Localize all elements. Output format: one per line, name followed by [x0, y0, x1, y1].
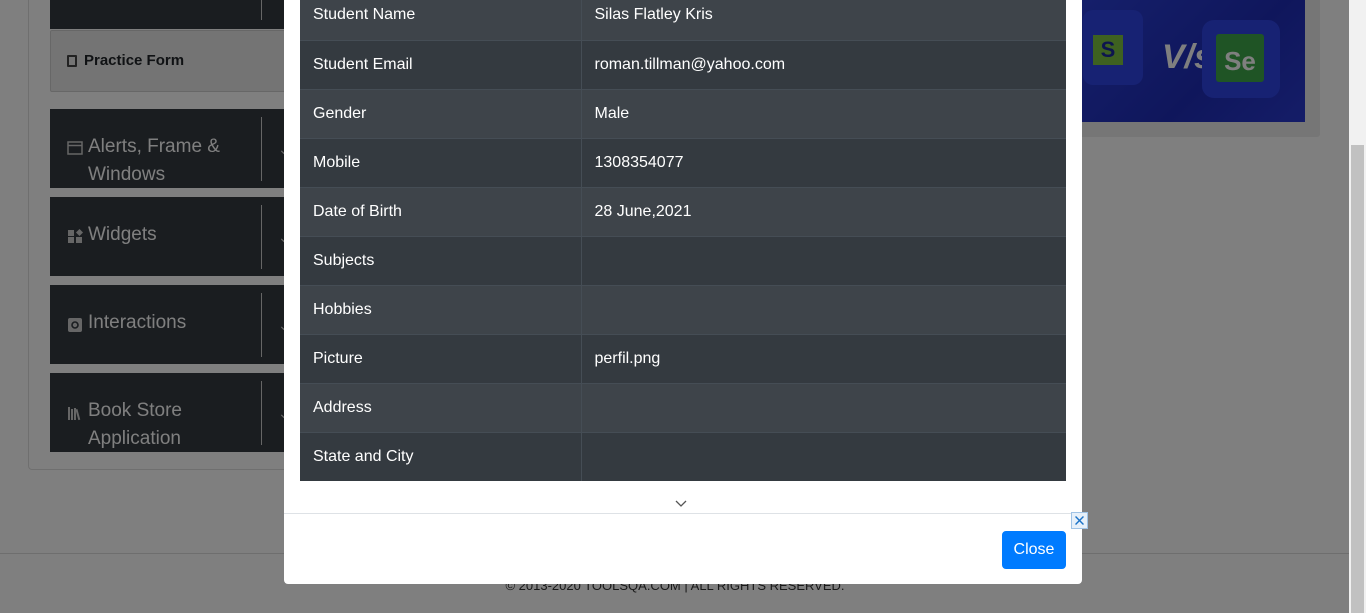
row-label: Date of Birth: [300, 186, 582, 236]
close-icon[interactable]: [1071, 512, 1088, 529]
page-scrollbar[interactable]: [1349, 0, 1366, 613]
row-label: Picture: [300, 333, 582, 383]
row-label: Mobile: [300, 137, 582, 187]
row-label: Student Email: [300, 39, 582, 89]
submission-modal: Student Name Silas Flatley Kris Student …: [284, 0, 1082, 584]
table-row: State and City: [300, 431, 1066, 481]
row-value: [581, 382, 1066, 432]
table-row: Address: [300, 382, 1066, 432]
row-label: State and City: [300, 431, 582, 481]
close-button[interactable]: Close: [1002, 531, 1066, 569]
chevron-down-icon[interactable]: [675, 498, 687, 510]
row-label: Gender: [300, 88, 582, 138]
row-value: 1308354077: [581, 137, 1066, 187]
row-label: Student Name: [300, 0, 582, 40]
table-row: Student Name Silas Flatley Kris: [300, 0, 1066, 40]
table-row: Gender Male: [300, 88, 1066, 138]
row-value: [581, 284, 1066, 334]
table-row: Subjects: [300, 235, 1066, 285]
row-value: roman.tillman@yahoo.com: [581, 39, 1066, 89]
row-value: perfil.png: [581, 333, 1066, 383]
row-label: Subjects: [300, 235, 582, 285]
row-label: Hobbies: [300, 284, 582, 334]
table-row: Student Email roman.tillman@yahoo.com: [300, 39, 1066, 89]
table-row: Picture perfil.png: [300, 333, 1066, 383]
modal-footer: Close: [284, 513, 1082, 584]
table-row: Hobbies: [300, 284, 1066, 334]
row-value: [581, 431, 1066, 481]
scrollbar-thumb[interactable]: [1351, 145, 1364, 613]
row-value: Male: [581, 88, 1066, 138]
table-row: Mobile 1308354077: [300, 137, 1066, 187]
row-label: Address: [300, 382, 582, 432]
row-value: [581, 235, 1066, 285]
submission-table: Student Name Silas Flatley Kris Student …: [300, 0, 1066, 481]
row-value: 28 June,2021: [581, 186, 1066, 236]
table-row: Date of Birth 28 June,2021: [300, 186, 1066, 236]
row-value: Silas Flatley Kris: [581, 0, 1066, 40]
